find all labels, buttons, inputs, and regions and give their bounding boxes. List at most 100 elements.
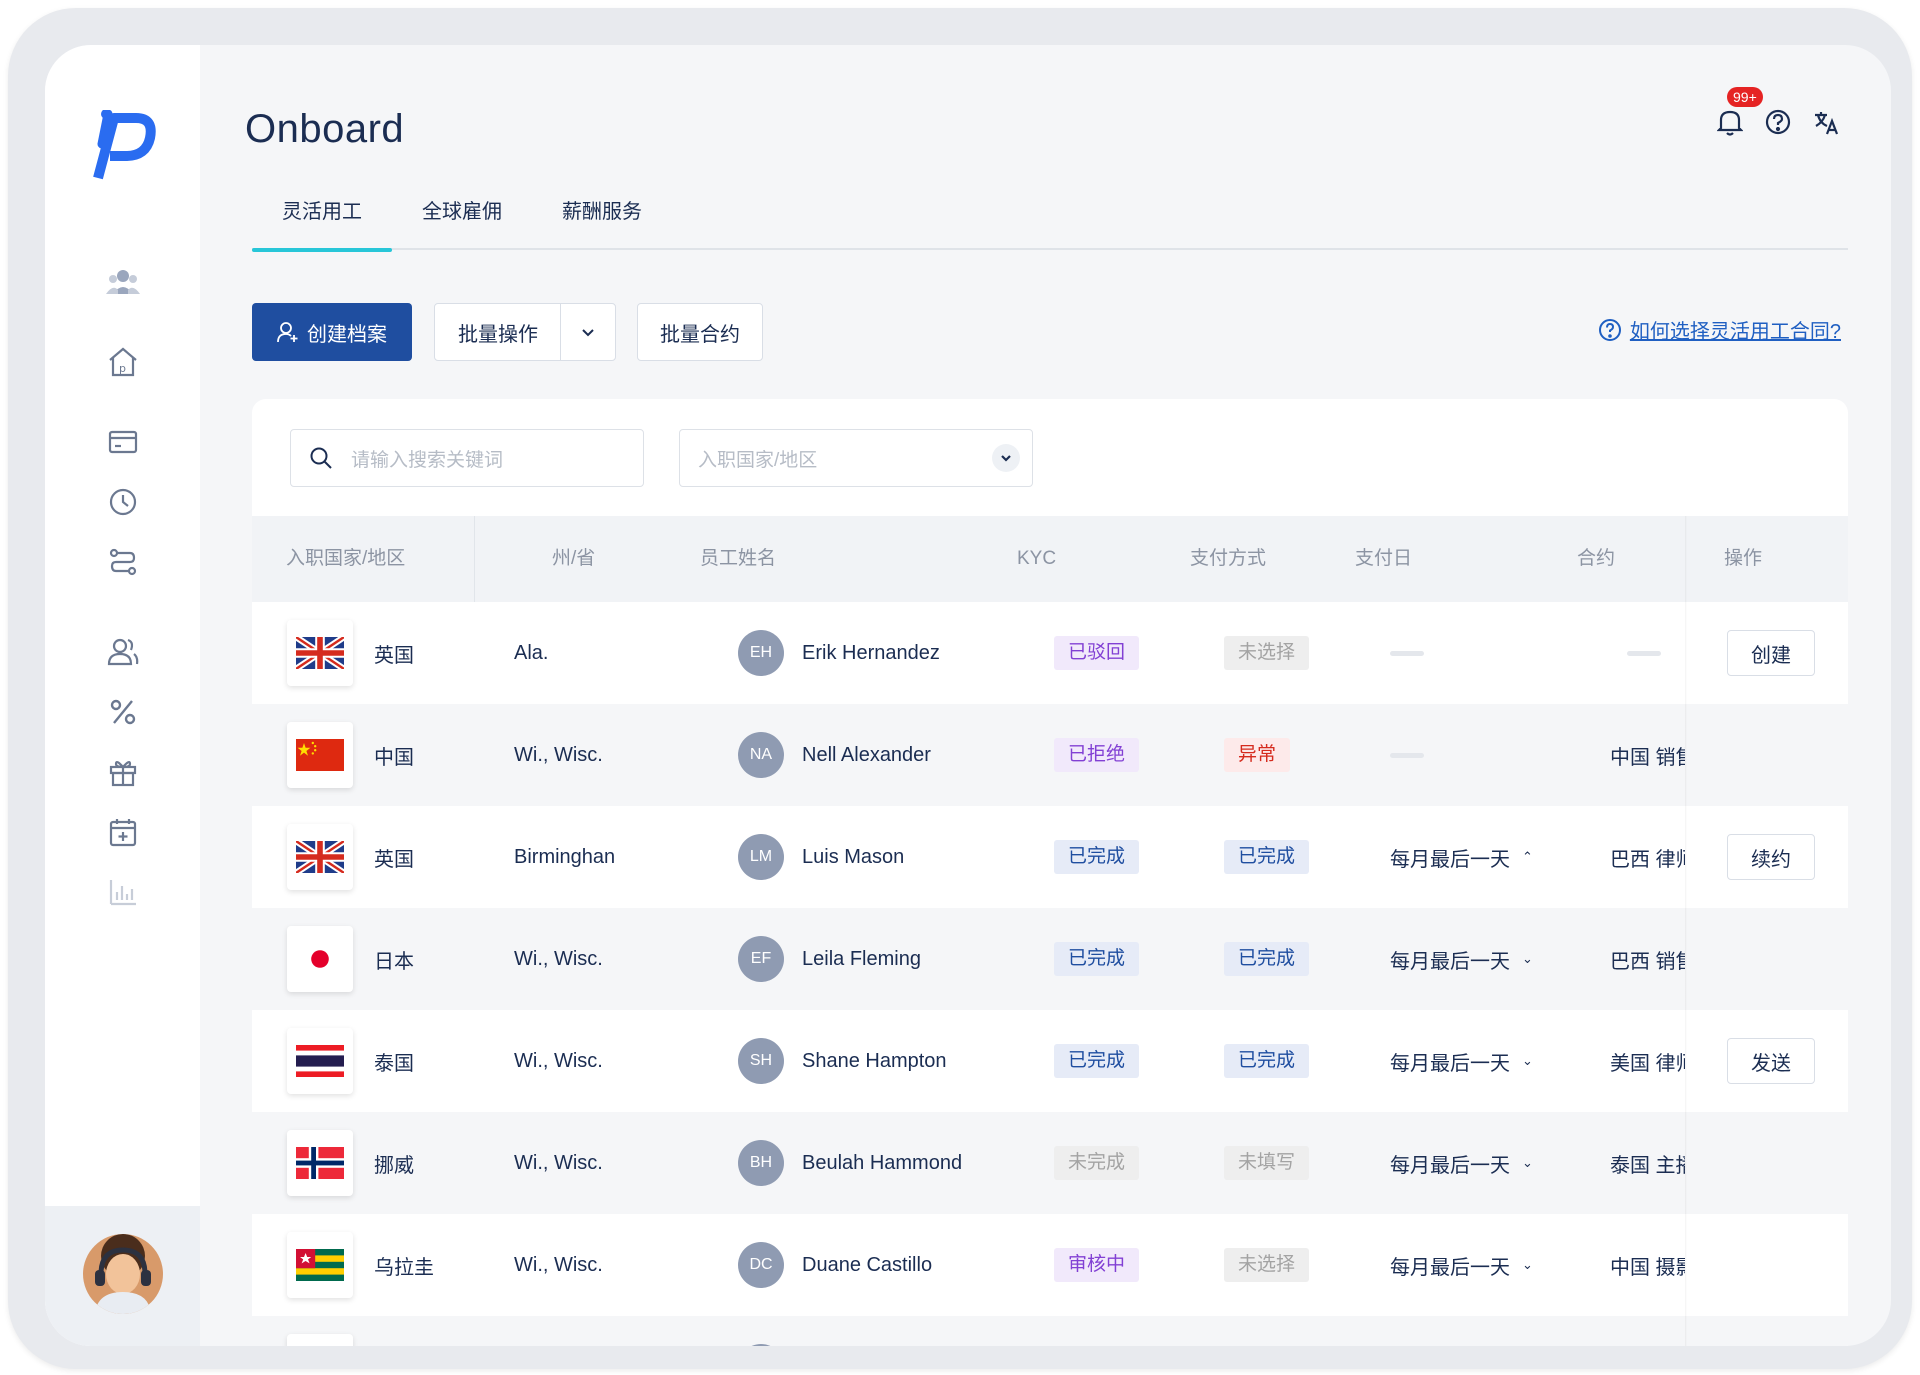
- row-action-button[interactable]: 发送: [1727, 1038, 1815, 1084]
- empty-contract-placeholder: [1627, 650, 1661, 656]
- tab-global-employment[interactable]: 全球雇佣: [392, 195, 532, 250]
- help-circle-icon[interactable]: [1763, 107, 1793, 137]
- chevron-down-icon: ⌄: [1522, 951, 1533, 966]
- contract-name[interactable]: 泰国 主播 1: [1610, 1112, 1685, 1214]
- calendar-add-icon[interactable]: [103, 812, 143, 852]
- payday-value: 每月最后一天: [1390, 848, 1510, 871]
- table-row[interactable]: 乌拉圭 Wi., Wisc. DC Duane Castillo 审核中 未选择 每月最后一…: [252, 1214, 1848, 1316]
- employee-name[interactable]: Duane Castillo: [802, 1254, 932, 1277]
- contract-name[interactable]: 巴西 销售 1: [1610, 908, 1685, 1010]
- payday-select[interactable]: 每月最后一天⌄: [1390, 1214, 1533, 1316]
- app-screen: p Onboard 99+ 灵活用工 全球雇佣 薪酬服务 创建档案 批量操作 批…: [45, 45, 1891, 1346]
- table-row[interactable]: 英国 Ala. EH Erik Hernandez 已驳回 未选择 创建: [252, 602, 1848, 704]
- create-profile-button[interactable]: 创建档案: [252, 303, 412, 361]
- table-row[interactable]: 中国 Wi., Wisc. NA Nell Alexander 已拒绝 异常 中国 销售 1: [252, 704, 1848, 806]
- users-icon[interactable]: [103, 632, 143, 672]
- device-frame: p Onboard 99+ 灵活用工 全球雇佣 薪酬服务 创建档案 批量操作 批…: [8, 8, 1912, 1369]
- flag-th-icon: [296, 1045, 344, 1077]
- chevron-down-icon: ⌄: [1522, 1257, 1533, 1272]
- row-action-button[interactable]: 续约: [1727, 834, 1815, 880]
- col-actions[interactable]: 操作: [1724, 516, 1762, 602]
- flag-jp-icon: [296, 943, 344, 975]
- bulk-contract-button[interactable]: 批量合约: [637, 303, 763, 361]
- empty-payday-placeholder: [1390, 650, 1424, 656]
- payday-select[interactable]: 每月最后一天 ⌃: [1390, 806, 1533, 908]
- employee-table-card: 请输入搜索关键词 入职国家/地区 入职国家/地区 州/省 员工姓名 KYC 支付…: [252, 399, 1848, 1346]
- bulk-operations-dropdown[interactable]: [560, 303, 616, 361]
- col-kyc[interactable]: KYC: [1017, 516, 1056, 602]
- payment-status-badge: 未选择: [1224, 636, 1310, 670]
- kyc-status-badge: 已完成: [1054, 1044, 1140, 1078]
- brand-logo: [93, 110, 156, 180]
- payday-select[interactable]: 每月最后一天⌄: [1390, 1010, 1533, 1112]
- contract-name[interactable]: 中国 摄影师 1: [1610, 1214, 1685, 1316]
- country-flag: [287, 1334, 353, 1346]
- search-placeholder: 请输入搜索关键词: [351, 449, 504, 471]
- payday-value: 每月最后一天: [1390, 1052, 1510, 1075]
- payday-select[interactable]: 每月最后一天⌄: [1390, 1112, 1533, 1214]
- home-icon[interactable]: p: [103, 342, 143, 382]
- table-row[interactable]: 日本 Wi., Wisc. EF Leila Fleming 已完成 已完成 每月最后一天 ⌄…: [252, 908, 1848, 1010]
- bulk-operations-button[interactable]: 批量操作: [434, 303, 562, 361]
- avatar[interactable]: [83, 1234, 163, 1314]
- row-action-button[interactable]: 创建: [1727, 630, 1815, 676]
- create-profile-label: 创建档案: [307, 323, 387, 346]
- help-circle-icon: [1598, 318, 1621, 341]
- chevron-up-icon: ⌃: [1522, 849, 1533, 864]
- payday-select[interactable]: 每月最后一天 ⌄: [1390, 908, 1533, 1010]
- flag-uk-icon: [296, 637, 344, 669]
- col-contract[interactable]: 合约: [1577, 516, 1615, 602]
- page-title: Onboard: [245, 107, 405, 151]
- table-row[interactable]: 英国 Birminghan LM Luis Mason 已完成 已完成 每月最后一天 ⌃ 巴西 …: [252, 806, 1848, 908]
- country-flag: [287, 1232, 353, 1298]
- employee-initials-avatar: SH: [738, 1038, 784, 1084]
- employee-name[interactable]: Erik Hernandez: [802, 642, 940, 665]
- employee-name[interactable]: Nell Alexander: [802, 744, 931, 767]
- payment-status-badge: 未选择: [1224, 1248, 1310, 1282]
- state-name: Ala.: [514, 641, 549, 664]
- team-icon[interactable]: [103, 263, 143, 303]
- country-flag: [287, 926, 353, 992]
- col-state[interactable]: 州/省: [552, 516, 595, 602]
- tab-payroll-services[interactable]: 薪酬服务: [532, 195, 672, 250]
- employee-name[interactable]: Leila Fleming: [802, 948, 921, 971]
- sidebar: p: [45, 45, 200, 1346]
- country-name: 挪威: [374, 1154, 414, 1177]
- tab-flexible-employment[interactable]: 灵活用工: [252, 195, 392, 252]
- card-icon[interactable]: [103, 422, 143, 462]
- translate-icon[interactable]: [1811, 107, 1841, 137]
- column-divider: [474, 516, 475, 602]
- table-row[interactable]: 泰国 Wi., Wisc. SH Shane Hampton 已完成 已完成 每月最后一天 ⌄…: [252, 1010, 1848, 1112]
- col-employee-name[interactable]: 员工姓名: [700, 516, 776, 602]
- contract-name[interactable]: 巴西 律师 1: [1610, 806, 1685, 908]
- col-country[interactable]: 入职国家/地区: [286, 516, 405, 602]
- clock-icon[interactable]: [103, 482, 143, 522]
- country-select-placeholder: 入职国家/地区: [698, 449, 818, 471]
- state-name: Birminghan: [514, 845, 616, 868]
- employee-initials-avatar: BH: [738, 1140, 784, 1186]
- notifications-bell-icon[interactable]: 99+: [1715, 87, 1763, 137]
- employee-name[interactable]: Shane Hampton: [802, 1050, 947, 1073]
- contract-help-link[interactable]: 如何选择灵活用工合同?: [1598, 315, 1841, 344]
- bar-chart-icon[interactable]: [103, 872, 143, 912]
- col-payment-method[interactable]: 支付方式: [1190, 516, 1266, 602]
- table-row[interactable]: Carlos Martin每月最后一天⌄巴西 剪辑师: [252, 1316, 1848, 1346]
- col-payday[interactable]: 支付日: [1355, 516, 1412, 602]
- state-name: Wi., Wisc.: [514, 743, 603, 766]
- contract-name[interactable]: 巴西 剪辑师: [1610, 1316, 1685, 1346]
- kyc-status-badge: 已完成: [1054, 840, 1140, 874]
- search-input[interactable]: 请输入搜索关键词: [290, 429, 644, 487]
- route-icon[interactable]: [103, 542, 143, 582]
- percent-icon[interactable]: [103, 692, 143, 732]
- table-row[interactable]: 挪威 Wi., Wisc. BH Beulah Hammond 未完成 未填写 每月最后一天…: [252, 1112, 1848, 1214]
- employee-name[interactable]: Luis Mason: [802, 846, 904, 869]
- country-select[interactable]: 入职国家/地区: [679, 429, 1033, 487]
- payday-select[interactable]: 每月最后一天⌄: [1390, 1316, 1533, 1346]
- contract-name[interactable]: 中国 销售 1: [1610, 704, 1685, 806]
- payday-value: 每月最后一天: [1390, 950, 1510, 973]
- kyc-status-badge: 审核中: [1054, 1248, 1140, 1282]
- gift-icon[interactable]: [103, 752, 143, 792]
- employee-name[interactable]: Beulah Hammond: [802, 1152, 962, 1175]
- search-icon: [310, 447, 332, 469]
- contract-name[interactable]: 美国 律师 1: [1610, 1010, 1685, 1112]
